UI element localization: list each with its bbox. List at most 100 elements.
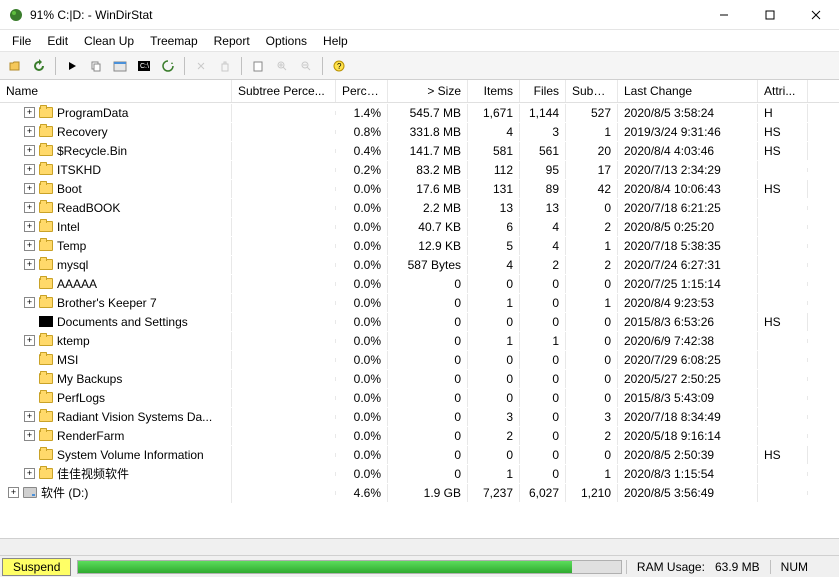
folder-icon bbox=[39, 240, 53, 251]
menu-edit[interactable]: Edit bbox=[39, 32, 76, 50]
close-button[interactable] bbox=[793, 0, 839, 30]
col-subdirs-header[interactable]: Subdi... bbox=[566, 80, 618, 102]
titlebar: 91% C:|D: - WinDirStat bbox=[0, 0, 839, 30]
col-files-header[interactable]: Files bbox=[520, 80, 566, 102]
menu-help[interactable]: Help bbox=[315, 32, 356, 50]
table-row[interactable]: +ReadBOOK0.0%2.2 MB131302020/7/18 6:21:2… bbox=[0, 198, 839, 217]
cell: 0 bbox=[520, 370, 566, 388]
cell: 1 bbox=[566, 123, 618, 141]
file-tree[interactable]: Name Subtree Perce... Perce... > Size It… bbox=[0, 80, 839, 539]
minimize-button[interactable] bbox=[701, 0, 747, 30]
open-icon[interactable] bbox=[4, 55, 26, 77]
expand-icon[interactable]: + bbox=[24, 430, 35, 441]
numlock-indicator: NUM bbox=[770, 560, 818, 574]
expand-icon[interactable]: + bbox=[24, 259, 35, 270]
suspend-button[interactable]: Suspend bbox=[2, 558, 71, 576]
maximize-button[interactable] bbox=[747, 0, 793, 30]
cmd-icon[interactable]: C:\ bbox=[133, 55, 155, 77]
table-row[interactable]: +Recovery0.8%331.8 MB4312019/3/24 9:31:4… bbox=[0, 122, 839, 141]
item-name: Intel bbox=[57, 220, 80, 234]
cell: 0 bbox=[566, 199, 618, 217]
item-name: MSI bbox=[57, 353, 78, 367]
table-row[interactable]: +软件 (D:)4.6%1.9 GB7,2376,0271,2102020/8/… bbox=[0, 483, 839, 502]
cell: 3 bbox=[520, 123, 566, 141]
expand-icon[interactable]: + bbox=[8, 487, 19, 498]
cell bbox=[758, 206, 808, 210]
expand-icon[interactable]: + bbox=[24, 240, 35, 251]
cell: 89 bbox=[520, 180, 566, 198]
copy-icon[interactable] bbox=[85, 55, 107, 77]
expand-icon[interactable]: + bbox=[24, 107, 35, 118]
table-row[interactable]: +Radiant Vision Systems Da...0.0%0303202… bbox=[0, 407, 839, 426]
table-row[interactable]: +Intel0.0%40.7 KB6422020/8/5 0:25:20 bbox=[0, 217, 839, 236]
col-lastchange-header[interactable]: Last Change bbox=[618, 80, 758, 102]
expand-icon[interactable]: + bbox=[24, 411, 35, 422]
expand-icon[interactable]: + bbox=[24, 221, 35, 232]
col-size-header[interactable]: > Size bbox=[388, 80, 468, 102]
explorer-icon[interactable] bbox=[109, 55, 131, 77]
menu-treemap[interactable]: Treemap bbox=[142, 32, 206, 50]
col-subtree-header[interactable]: Subtree Perce... bbox=[232, 80, 336, 102]
expand-icon[interactable]: + bbox=[24, 335, 35, 346]
delete-icon[interactable] bbox=[190, 55, 212, 77]
cell bbox=[758, 168, 808, 172]
cell: 3 bbox=[566, 408, 618, 426]
refresh2-icon[interactable] bbox=[157, 55, 179, 77]
cell: 0.0% bbox=[336, 313, 388, 331]
expand-icon[interactable]: + bbox=[24, 297, 35, 308]
table-row[interactable]: +$Recycle.Bin0.4%141.7 MB581561202020/8/… bbox=[0, 141, 839, 160]
play-icon[interactable] bbox=[61, 55, 83, 77]
menu-report[interactable]: Report bbox=[206, 32, 258, 50]
expand-icon[interactable]: + bbox=[24, 202, 35, 213]
table-row[interactable]: +Brother's Keeper 70.0%01012020/8/4 9:23… bbox=[0, 293, 839, 312]
table-row[interactable]: +Boot0.0%17.6 MB13189422020/8/4 10:06:43… bbox=[0, 179, 839, 198]
table-row[interactable]: +ITSKHD0.2%83.2 MB11295172020/7/13 2:34:… bbox=[0, 160, 839, 179]
expand-icon[interactable]: + bbox=[24, 183, 35, 194]
cell: 0.0% bbox=[336, 218, 388, 236]
table-row[interactable]: +佳佳视频软件0.0%01012020/8/3 1:15:54 bbox=[0, 464, 839, 483]
table-row[interactable]: My Backups0.0%00002020/5/27 2:50:25 bbox=[0, 369, 839, 388]
table-row[interactable]: +ktemp0.0%01102020/6/9 7:42:38 bbox=[0, 331, 839, 350]
cell bbox=[758, 377, 808, 381]
cell: 0.0% bbox=[336, 465, 388, 483]
col-attrib-header[interactable]: Attri... bbox=[758, 80, 808, 102]
table-row[interactable]: +mysql0.0%587 Bytes4222020/7/24 6:27:31 bbox=[0, 255, 839, 274]
cell: HS bbox=[758, 313, 808, 331]
table-row[interactable]: PerfLogs0.0%00002015/8/3 5:43:09 bbox=[0, 388, 839, 407]
item-name: 佳佳视频软件 bbox=[57, 465, 129, 482]
expand-icon[interactable]: + bbox=[24, 126, 35, 137]
table-row[interactable]: Documents and Settings0.0%00002015/8/3 6… bbox=[0, 312, 839, 331]
cell: 0 bbox=[388, 427, 468, 445]
menu-options[interactable]: Options bbox=[258, 32, 315, 50]
menu-cleanup[interactable]: Clean Up bbox=[76, 32, 142, 50]
col-items-header[interactable]: Items bbox=[468, 80, 520, 102]
horizontal-scrollbar[interactable] bbox=[0, 539, 839, 555]
zoomin-icon[interactable] bbox=[271, 55, 293, 77]
cell: 0.0% bbox=[336, 389, 388, 407]
trash-icon[interactable] bbox=[214, 55, 236, 77]
table-row[interactable]: MSI0.0%00002020/7/29 6:08:25 bbox=[0, 350, 839, 369]
cell: 4 bbox=[468, 256, 520, 274]
table-row[interactable]: System Volume Information0.0%00002020/8/… bbox=[0, 445, 839, 464]
col-percentage-header[interactable]: Perce... bbox=[336, 80, 388, 102]
props-icon[interactable] bbox=[247, 55, 269, 77]
menu-file[interactable]: File bbox=[4, 32, 39, 50]
cell: 1 bbox=[468, 332, 520, 350]
item-name: Temp bbox=[57, 239, 86, 253]
col-name-header[interactable]: Name bbox=[0, 80, 232, 102]
expand-icon[interactable]: + bbox=[24, 468, 35, 479]
refresh-icon[interactable] bbox=[28, 55, 50, 77]
cell: 1.9 GB bbox=[388, 484, 468, 502]
table-row[interactable]: AAAAA0.0%00002020/7/25 1:15:14 bbox=[0, 274, 839, 293]
expand-icon[interactable]: + bbox=[24, 164, 35, 175]
svg-text:C:\: C:\ bbox=[140, 63, 149, 70]
table-row[interactable]: +ProgramData1.4%545.7 MB1,6711,144527202… bbox=[0, 103, 839, 122]
item-name: Radiant Vision Systems Da... bbox=[57, 410, 212, 424]
expand-icon[interactable]: + bbox=[24, 145, 35, 156]
zoomout-icon[interactable] bbox=[295, 55, 317, 77]
cell: 0 bbox=[388, 370, 468, 388]
item-name: ktemp bbox=[57, 334, 90, 348]
help-icon[interactable]: ? bbox=[328, 55, 350, 77]
table-row[interactable]: +Temp0.0%12.9 KB5412020/7/18 5:38:35 bbox=[0, 236, 839, 255]
table-row[interactable]: +RenderFarm0.0%02022020/5/18 9:16:14 bbox=[0, 426, 839, 445]
